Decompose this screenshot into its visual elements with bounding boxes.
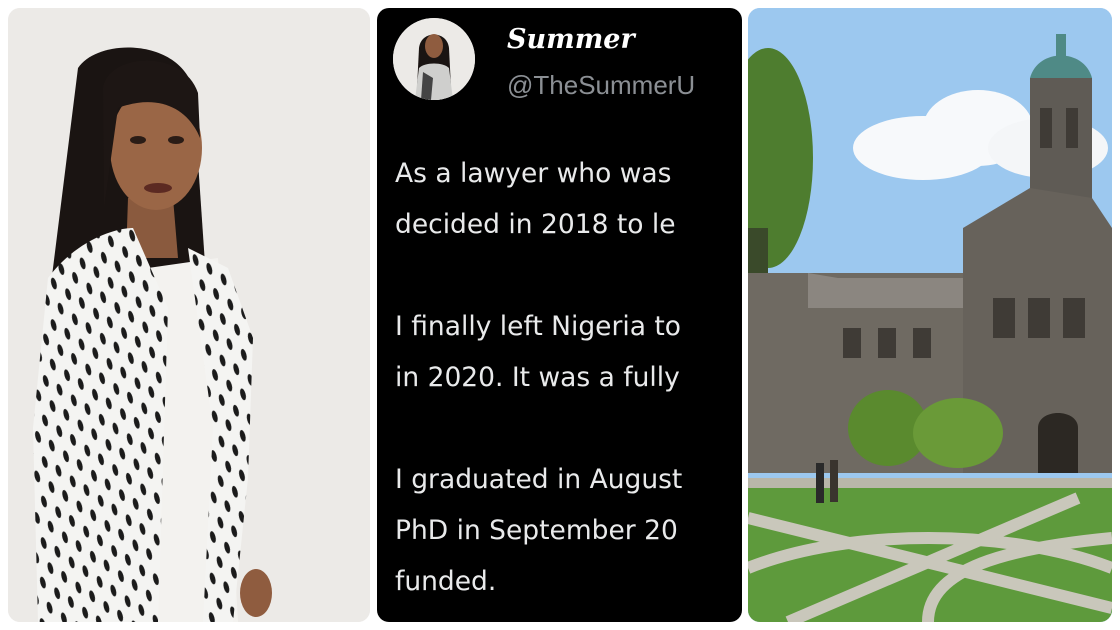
tweet-line: funded. [395, 566, 497, 597]
portrait-photo [8, 8, 370, 622]
campus-illustration [748, 8, 1112, 622]
tweet-text: As a lawyer who was decided in 2018 to l… [395, 148, 742, 607]
user-handle[interactable]: @TheSummerU [507, 70, 695, 101]
portrait-illustration [8, 8, 370, 622]
tweet-line: As a lawyer who was [395, 158, 672, 189]
tweet-line: decided in 2018 to le [395, 209, 676, 240]
campus-photo [748, 8, 1112, 622]
tweet-line: I finally left Nigeria to [395, 311, 681, 342]
tweet-line: I graduated in August [395, 464, 683, 495]
profile-avatar[interactable] [393, 18, 475, 100]
tweet-paragraph: I graduated in August PhD in September 2… [395, 454, 742, 607]
tweet-line: in 2020. It was a fully [395, 362, 680, 393]
tweet-paragraph: As a lawyer who was decided in 2018 to l… [395, 148, 742, 250]
tweet-paragraph: I finally left Nigeria to in 2020. It wa… [395, 301, 742, 403]
tweet-card: Summer @TheSummerU As a lawyer who was d… [377, 8, 742, 622]
tweet-line: PhD in September 20 [395, 515, 678, 546]
display-name[interactable]: Summer [507, 24, 635, 55]
avatar-portrait [393, 18, 475, 100]
